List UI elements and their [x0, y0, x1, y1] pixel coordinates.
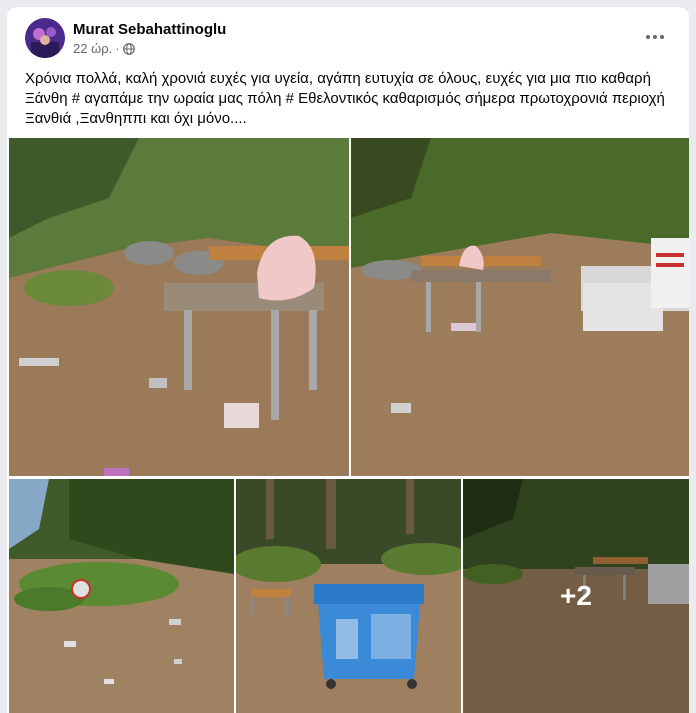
more-options-icon[interactable] [643, 25, 667, 49]
photo-5[interactable]: +2 [463, 479, 689, 713]
photo-3[interactable] [9, 479, 234, 713]
more-photos-overlay[interactable]: +2 [463, 479, 689, 713]
post-meta: 22 ώρ. · [73, 41, 135, 56]
post-header: Murat Sebahattinoglu 22 ώρ. · [7, 7, 689, 67]
photo-1[interactable] [9, 138, 349, 476]
meta-separator: · [115, 41, 120, 56]
globe-icon[interactable] [122, 42, 135, 55]
photo-4[interactable] [236, 479, 461, 713]
more-photos-count: +2 [560, 580, 592, 611]
author-name[interactable]: Murat Sebahattinoglu [73, 21, 226, 38]
avatar[interactable] [25, 18, 65, 58]
post-card: Murat Sebahattinoglu 22 ώρ. · Χρόνια πολ… [7, 7, 689, 713]
photo-2[interactable] [351, 138, 689, 476]
post-time[interactable]: 22 ώρ. [73, 41, 112, 56]
post-text: Χρόνια πολλά, καλή χρονιά ευχές για υγεί… [25, 70, 665, 127]
